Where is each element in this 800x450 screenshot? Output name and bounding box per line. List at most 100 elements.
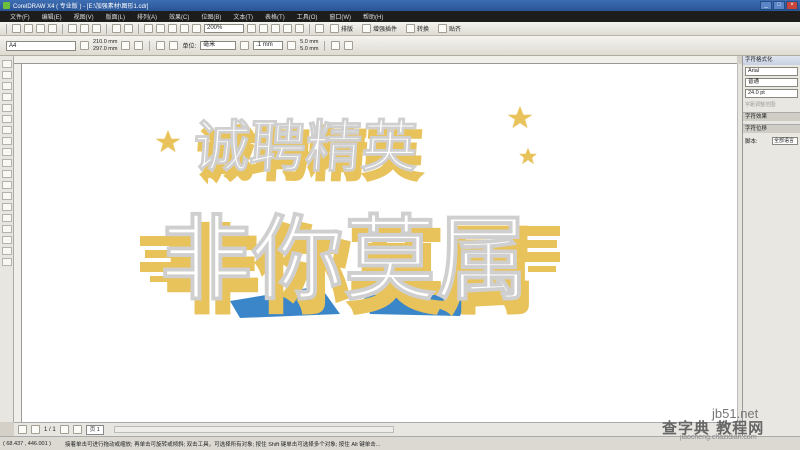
menu-window[interactable]: 窗口(W) [323,12,357,21]
page-size-select[interactable]: A4 [6,40,76,51]
redo-icon[interactable] [124,24,133,33]
paste-icon[interactable] [92,24,101,33]
first-page-icon[interactable] [18,425,27,434]
previous-page-icon[interactable] [31,425,40,434]
menu-text[interactable]: 文本(T) [227,12,259,21]
character-offset-section[interactable]: 字符位移 [743,124,800,133]
zoom-icon[interactable] [247,24,256,33]
app-icon [3,2,10,9]
portrait-icon[interactable] [121,41,131,50]
print-icon[interactable] [48,24,57,33]
interactive-fill-tool-icon[interactable] [1,258,12,266]
menu-view[interactable]: 视图(V) [68,12,100,21]
plugin-label: 增强插件 [373,27,398,33]
toolbar-separator [62,23,63,34]
undo-icon[interactable] [112,24,121,33]
table-tool-icon[interactable] [1,181,12,189]
export-icon[interactable] [168,24,177,33]
convert-button[interactable]: 转换 [403,24,432,33]
shape-tool-icon[interactable] [1,71,12,79]
plugin-button[interactable]: 增强插件 [359,24,400,33]
polygon-tool-icon[interactable] [1,148,12,156]
welcome-screen-icon[interactable] [192,24,201,33]
duplicate-y-field[interactable]: 5.0 mm [300,46,318,53]
menu-effects[interactable]: 效果(C) [163,12,195,21]
new-document-icon[interactable] [12,24,21,33]
text-tool-icon[interactable] [1,170,12,178]
last-page-icon[interactable] [72,425,82,434]
search-icon[interactable] [144,24,153,33]
menu-arrange[interactable]: 排列(A) [131,12,163,21]
page-navigator: 1 / 1 页 1 [14,422,742,436]
options-icon[interactable] [315,24,324,33]
eyedropper-tool-icon[interactable] [1,225,12,233]
star-icon [150,125,186,156]
all-pages-icon[interactable] [156,41,166,50]
treat-as-filled-icon[interactable] [331,41,341,50]
fill-tool-icon[interactable] [1,247,12,255]
dimension-tool-icon[interactable] [1,192,12,200]
menu-help[interactable]: 帮助(H) [357,12,389,21]
vertical-ruler[interactable] [14,64,22,422]
cut-icon[interactable] [68,24,77,33]
page-width-field[interactable]: 210.0 mm [93,39,117,46]
zoom-out-icon[interactable] [271,24,280,33]
horizontal-scrollbar[interactable] [113,426,394,433]
units-label: 单位: [182,44,197,50]
layout-button[interactable]: 排版 [327,24,356,33]
menu-table[interactable]: 表格(T) [259,12,291,21]
snap-options-icon[interactable] [344,41,354,50]
import-icon[interactable] [156,24,165,33]
close-button[interactable]: × [786,1,798,10]
horizontal-ruler[interactable] [14,56,737,64]
minimize-button[interactable]: _ [760,1,772,10]
basic-shapes-tool-icon[interactable] [1,159,12,167]
smart-fill-tool-icon[interactable] [1,115,12,123]
font-style-select[interactable]: 普通 [745,78,798,87]
watermark-url: jiaocheng.chazidian.com [680,434,757,441]
units-select[interactable]: 毫米 [200,41,237,50]
blend-tool-icon[interactable] [1,214,12,222]
zoom-in-icon[interactable] [259,24,268,33]
script-select[interactable]: 全部语言 [772,137,798,145]
font-select[interactable]: Arial [745,67,798,76]
freehand-tool-icon[interactable] [1,104,12,112]
artwork-3d-text[interactable]: 诚聘精英 诚聘精英 非你莫属 非你莫属 [140,86,560,326]
menu-edit[interactable]: 编辑(E) [36,12,68,21]
nudge-field[interactable]: .1 mm [253,41,284,50]
page-tab[interactable]: 页 1 [85,424,104,435]
cursor-coordinates: ( 68.437 , 446.001 ) [3,440,52,447]
zoom-fit-icon[interactable] [283,24,292,33]
property-bar: A4 210.0 mm 297.0 mm 单位: 毫米 .1 mm 5.0 mm… [0,36,800,56]
menu-tools[interactable]: 工具(O) [291,12,324,21]
ellipse-tool-icon[interactable] [1,137,12,145]
application-launcher-icon[interactable] [180,24,189,33]
plugin-icon [362,24,372,33]
menu-layout[interactable]: 版面(L) [100,12,131,21]
next-page-icon[interactable] [59,425,69,434]
connector-tool-icon[interactable] [1,203,12,211]
crop-tool-icon[interactable] [1,82,12,90]
outline-tool-icon[interactable] [1,236,12,244]
open-icon[interactable] [24,24,33,33]
font-size-field[interactable]: 24.0 pt [745,89,798,98]
zoom-tool-icon[interactable] [1,93,12,101]
snap-button[interactable]: 贴齐 [435,24,464,33]
star-icon [514,144,542,168]
copy-icon[interactable] [80,24,89,33]
character-effects-section[interactable]: 字符效果 [743,112,800,121]
menu-file[interactable]: 文件(F) [4,12,36,21]
current-page-icon[interactable] [169,41,179,50]
menu-bitmaps[interactable]: 位图(B) [195,12,227,21]
zoom-level-select[interactable]: 200% [204,24,244,33]
pick-tool-icon[interactable] [1,60,12,68]
save-icon[interactable] [36,24,45,33]
duplicate-distance: 5.0 mm 5.0 mm [300,39,318,53]
landscape-icon[interactable] [134,41,144,50]
duplicate-x-field[interactable]: 5.0 mm [300,39,318,46]
toolbar-separator [324,40,326,51]
page-height-field[interactable]: 297.0 mm [93,46,117,53]
zoom-page-icon[interactable] [295,24,304,33]
maximize-button[interactable]: □ [773,1,785,10]
rectangle-tool-icon[interactable] [1,126,12,134]
